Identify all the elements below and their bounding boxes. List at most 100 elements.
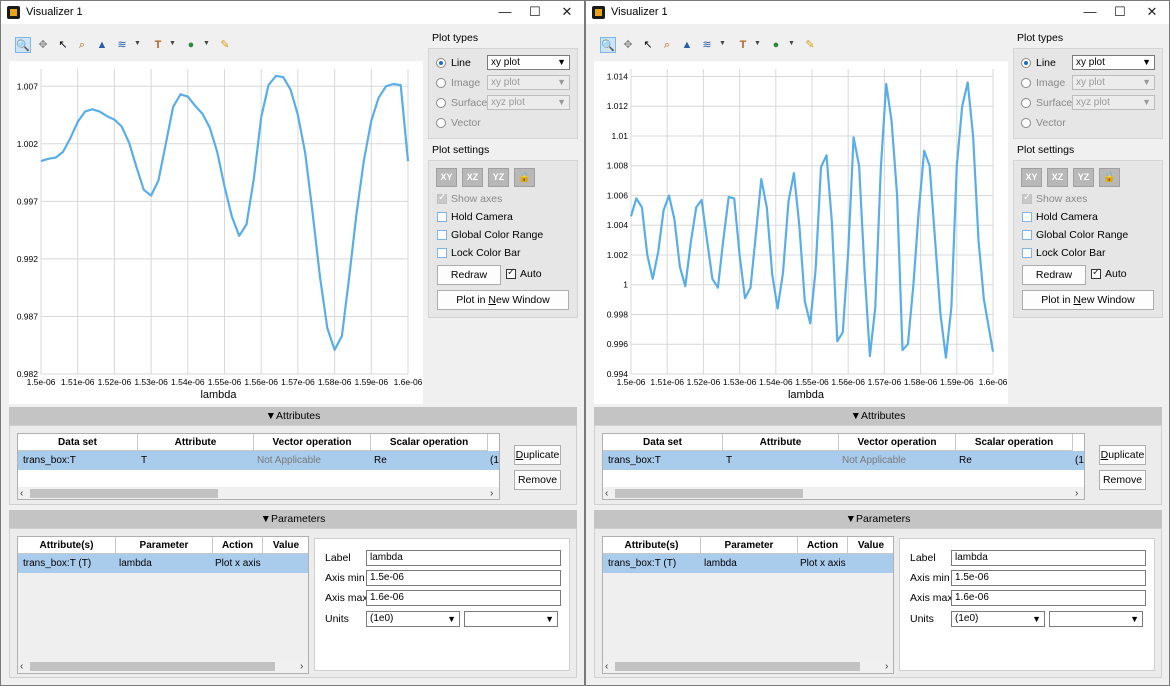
setting-checkbox[interactable]: [437, 230, 447, 240]
lock-icon[interactable]: 🔒: [1099, 168, 1120, 187]
plot-type-combo[interactable]: xy plot ▼: [487, 75, 570, 90]
horizontal-scrollbar[interactable]: ‹ ›: [18, 660, 308, 673]
chevron-down-icon[interactable]: ▼: [788, 40, 795, 47]
auto-checkbox[interactable]: ✓: [1091, 267, 1101, 279]
zoom-box-icon[interactable]: ⌕: [659, 37, 675, 53]
axis-min-field[interactable]: 1.5e-06: [951, 570, 1146, 586]
column-header[interactable]: Scalar operation: [371, 434, 488, 451]
horizontal-scrollbar[interactable]: ‹ ›: [603, 660, 893, 673]
units-select-2[interactable]: ▼: [464, 611, 558, 627]
column-header[interactable]: Attribute: [723, 434, 839, 451]
plot-type-radio[interactable]: [1021, 78, 1031, 88]
scrollbar-thumb[interactable]: [30, 489, 218, 498]
chevron-right-icon[interactable]: ›: [490, 487, 493, 499]
chevron-left-icon[interactable]: ‹: [605, 660, 608, 673]
view-xz-button[interactable]: XZ: [1047, 168, 1068, 187]
column-header[interactable]: Data set: [18, 434, 138, 451]
plot-type-radio[interactable]: [436, 118, 446, 128]
plot-type-label[interactable]: Line: [451, 57, 471, 69]
lock-icon[interactable]: 🔒: [514, 168, 535, 187]
chevron-down-icon[interactable]: ▼: [754, 40, 761, 47]
setting-checkbox[interactable]: [1022, 248, 1032, 258]
view-xy-button[interactable]: XY: [436, 168, 457, 187]
plot-type-combo[interactable]: xyz plot ▼: [1072, 95, 1155, 110]
column-header[interactable]: Vector operation: [839, 434, 956, 451]
setting-checkbox[interactable]: ✓: [437, 192, 447, 204]
table-row[interactable]: trans_box:T (T) lambda Plot x axis: [18, 554, 308, 573]
column-header[interactable]: Value: [848, 537, 893, 554]
maximize-button[interactable]: ☐: [521, 3, 549, 21]
view-yz-button[interactable]: YZ: [1073, 168, 1094, 187]
lines-icon[interactable]: ≋: [114, 37, 130, 53]
plot-type-radio[interactable]: [436, 58, 446, 68]
close-button[interactable]: ✕: [1138, 3, 1166, 21]
title-bar[interactable]: Visualizer 1 — ☐ ✕: [586, 1, 1169, 24]
column-header[interactable]: Parameter: [116, 537, 213, 554]
column-header[interactable]: Vector operation: [254, 434, 371, 451]
zoom-icon[interactable]: 🔍: [15, 37, 31, 53]
attributes-header[interactable]: ▼Attributes: [9, 407, 577, 425]
plot-type-radio[interactable]: [436, 78, 446, 88]
plot-in-new-window-button[interactable]: Plot in New Window: [1022, 290, 1154, 310]
setting-checkbox[interactable]: ✓: [1022, 192, 1032, 204]
plot-type-label[interactable]: Surface: [1036, 97, 1072, 109]
view-xy-button[interactable]: XY: [1021, 168, 1042, 187]
pointer-icon[interactable]: ↖: [640, 37, 656, 53]
parameters-header[interactable]: ▼Parameters: [9, 510, 577, 528]
column-header[interactable]: Attribute: [138, 434, 254, 451]
chevron-right-icon[interactable]: ›: [885, 660, 888, 673]
plot-type-radio[interactable]: [1021, 118, 1031, 128]
attributes-header[interactable]: ▼Attributes: [594, 407, 1162, 425]
plot-type-radio[interactable]: [1021, 58, 1031, 68]
text-icon[interactable]: T: [150, 37, 166, 53]
marker-icon[interactable]: ●: [183, 37, 199, 53]
column-header[interactable]: Action: [213, 537, 263, 554]
axis-max-field[interactable]: 1.6e-06: [951, 590, 1146, 606]
label-field[interactable]: lambda: [951, 550, 1146, 566]
units-select[interactable]: (1e0) ▼: [366, 611, 460, 627]
table-row[interactable]: trans_box:T T Not Applicable Re (1: [603, 451, 1084, 470]
setting-checkbox[interactable]: [437, 248, 447, 258]
redraw-button[interactable]: Redraw: [1022, 265, 1086, 285]
column-header[interactable]: Parameter: [701, 537, 798, 554]
plot-type-label[interactable]: Line: [1036, 57, 1056, 69]
plot-type-combo[interactable]: xy plot ▼: [487, 55, 570, 70]
setting-checkbox[interactable]: [1022, 212, 1032, 222]
setting-checkbox[interactable]: [1022, 230, 1032, 240]
label-field[interactable]: lambda: [366, 550, 561, 566]
marker-icon[interactable]: ●: [768, 37, 784, 53]
pencil-icon[interactable]: ✎: [217, 37, 233, 53]
plot-type-combo[interactable]: xy plot ▼: [1072, 75, 1155, 90]
plot-type-label[interactable]: Image: [1036, 77, 1065, 89]
scrollbar-thumb[interactable]: [30, 662, 275, 671]
minimize-button[interactable]: —: [491, 3, 519, 21]
column-header[interactable]: Value: [263, 537, 308, 554]
chevron-down-icon[interactable]: ▼: [719, 40, 726, 47]
title-bar[interactable]: Visualizer 1 — ☐ ✕: [1, 1, 584, 24]
mountain-icon[interactable]: ▲: [679, 37, 695, 53]
plot-type-label[interactable]: Surface: [451, 97, 487, 109]
remove-button[interactable]: Remove: [1099, 470, 1146, 490]
plot-type-combo[interactable]: xyz plot ▼: [487, 95, 570, 110]
column-header[interactable]: Attribute(s): [603, 537, 701, 554]
maximize-button[interactable]: ☐: [1106, 3, 1134, 21]
duplicate-button[interactable]: Duplicate: [1099, 445, 1146, 465]
lines-icon[interactable]: ≋: [699, 37, 715, 53]
mountain-icon[interactable]: ▲: [94, 37, 110, 53]
view-xz-button[interactable]: XZ: [462, 168, 483, 187]
chevron-left-icon[interactable]: ‹: [20, 487, 23, 499]
plot-area[interactable]: 1.5e-06 1.51e-06 1.52e-06 1.53e-06 1.54e-06 1…: [9, 61, 423, 404]
plot-type-combo[interactable]: xy plot ▼: [1072, 55, 1155, 70]
text-icon[interactable]: T: [735, 37, 751, 53]
redraw-button[interactable]: Redraw: [437, 265, 501, 285]
minimize-button[interactable]: —: [1076, 3, 1104, 21]
auto-checkbox[interactable]: ✓: [506, 267, 516, 279]
column-header[interactable]: Action: [798, 537, 848, 554]
scrollbar-thumb[interactable]: [615, 489, 803, 498]
close-button[interactable]: ✕: [553, 3, 581, 21]
chevron-right-icon[interactable]: ›: [1075, 487, 1078, 499]
column-header[interactable]: Attribute(s): [18, 537, 116, 554]
zoom-icon[interactable]: 🔍: [600, 37, 616, 53]
table-row[interactable]: trans_box:T T Not Applicable Re (1: [18, 451, 499, 470]
pencil-icon[interactable]: ✎: [802, 37, 818, 53]
